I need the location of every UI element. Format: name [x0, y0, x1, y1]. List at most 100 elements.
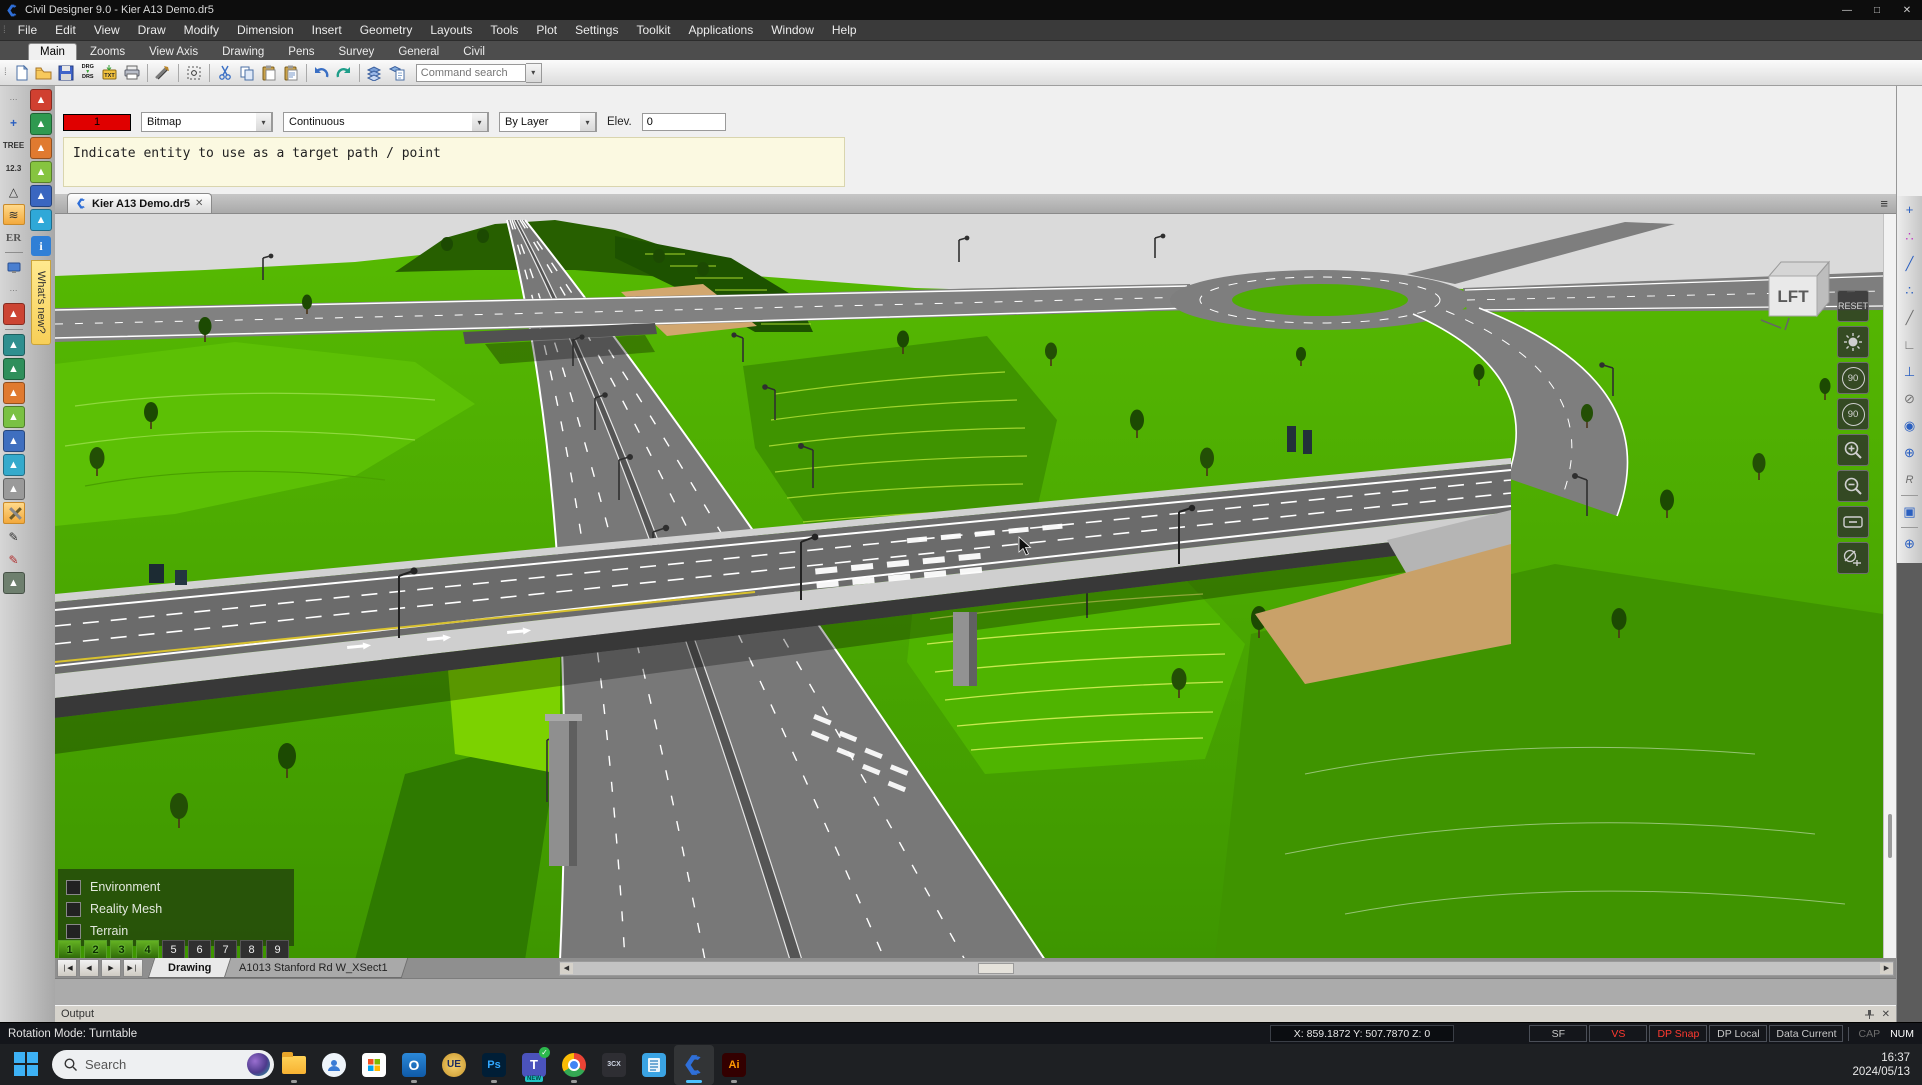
edit-document-icon[interactable]: ✎ — [3, 526, 25, 547]
model-gray-icon[interactable]: ▲ — [3, 478, 25, 500]
reality-mesh-checkbox[interactable] — [66, 902, 81, 917]
menu-help[interactable]: Help — [823, 20, 866, 40]
document-tab[interactable]: Kier A13 Demo.dr5 ✕ — [67, 193, 212, 213]
print-button[interactable] — [121, 62, 143, 84]
menu-settings[interactable]: Settings — [566, 20, 627, 40]
pin-icon[interactable] — [1864, 1009, 1874, 1019]
walk-mode-button[interactable] — [1837, 542, 1869, 574]
hscroll-right-icon[interactable]: ▶ — [1880, 963, 1893, 974]
design-tools-icon[interactable] — [3, 502, 25, 524]
command-prompt[interactable]: Indicate entity to use as a target path … — [63, 137, 845, 187]
snap-translate-icon[interactable]: + — [1897, 196, 1922, 223]
menu-edit[interactable]: Edit — [46, 20, 85, 40]
command-search-input[interactable] — [416, 64, 526, 82]
layer-color-swatch[interactable]: 1 — [63, 114, 131, 131]
pick-entity-button[interactable] — [183, 62, 205, 84]
model-teal-icon[interactable]: ▲ — [3, 334, 25, 356]
menu-toolkit[interactable]: Toolkit — [627, 20, 679, 40]
menu-dimension[interactable]: Dimension — [228, 20, 303, 40]
menu-applications[interactable]: Applications — [679, 20, 762, 40]
snap-grid-icon[interactable]: ∴ — [1897, 223, 1922, 250]
add-points-icon[interactable]: ⊕ — [1897, 530, 1922, 557]
copy-view-icon[interactable]: ▣ — [1897, 498, 1922, 525]
hscroll-track[interactable] — [573, 963, 1880, 974]
display-order-button[interactable] — [364, 62, 386, 84]
taskbar-outlook[interactable]: O — [394, 1045, 434, 1085]
rotate-cw-button[interactable]: 90 — [1837, 398, 1869, 430]
command-search-dropdown-icon[interactable]: ▾ — [526, 63, 542, 83]
coordinate-label-button[interactable]: 12.3 — [3, 158, 25, 179]
tab-survey[interactable]: Survey — [328, 44, 386, 60]
surface-lime-icon[interactable]: ▲ — [30, 161, 52, 183]
tab-drawing[interactable]: Drawing — [211, 44, 275, 60]
zoom-out-button[interactable] — [1837, 470, 1869, 502]
view-page-5[interactable]: 5 — [162, 940, 185, 958]
surface-orange-icon[interactable]: ▲ — [30, 137, 52, 159]
taskbar-store[interactable] — [354, 1045, 394, 1085]
undo-button[interactable] — [311, 62, 333, 84]
pen-select[interactable]: By Layer ▾ — [499, 112, 597, 132]
tab-list-menu-icon[interactable]: ≡ — [1880, 196, 1888, 211]
settings-tools-button[interactable] — [152, 62, 174, 84]
taskbar-ultraedit[interactable]: UE — [434, 1045, 474, 1085]
copy-button[interactable] — [236, 62, 258, 84]
surface-green-icon[interactable]: ▲ — [30, 113, 52, 135]
taskbar-file-explorer[interactable] — [274, 1045, 314, 1085]
linetype-select[interactable]: Continuous ▾ — [283, 112, 489, 132]
layer-select[interactable]: Bitmap ▾ — [141, 112, 273, 132]
save-button[interactable] — [55, 62, 77, 84]
import-txt-button[interactable]: TXT — [99, 62, 121, 84]
sheet-last-button[interactable]: ▶❘ — [123, 959, 143, 977]
snap-corner-icon[interactable]: ∟ — [1897, 331, 1922, 358]
snap-circle-plus-icon[interactable]: ⊕ — [1897, 439, 1922, 466]
snap-center-icon[interactable]: ◉ — [1897, 412, 1922, 439]
snap-radius-icon[interactable]: R — [1897, 466, 1922, 493]
viewport-vertical-scrollbar[interactable] — [1883, 214, 1896, 958]
taskbar-notepad[interactable] — [634, 1045, 674, 1085]
taskbar-civil-designer[interactable] — [674, 1045, 714, 1085]
sheet-tab-drawing[interactable]: Drawing — [148, 958, 232, 978]
whats-new-tab[interactable]: What's new? — [31, 260, 51, 345]
new-file-button[interactable] — [11, 62, 33, 84]
er-mode-button[interactable]: ER — [3, 227, 25, 248]
start-button[interactable] — [14, 1052, 40, 1078]
tab-civil[interactable]: Civil — [452, 44, 496, 60]
surface-cyan-icon[interactable]: ▲ — [30, 209, 52, 231]
import-drg-button[interactable]: DRG ▼ DRS — [77, 62, 99, 84]
sun-light-button[interactable] — [1837, 326, 1869, 358]
elevation-input[interactable] — [642, 113, 726, 131]
view-page-9[interactable]: 9 — [266, 940, 289, 958]
toggle-vs[interactable]: VS — [1589, 1025, 1647, 1042]
terrain-hatch-icon[interactable]: ▲ — [3, 572, 25, 594]
surface-blue-icon[interactable]: ▲ — [30, 185, 52, 207]
taskbar-chrome[interactable] — [554, 1045, 594, 1085]
tab-view-axis[interactable]: View Axis — [138, 44, 209, 60]
info-icon[interactable]: i — [31, 236, 51, 256]
view-page-2[interactable]: 2 — [84, 940, 107, 958]
environment-checkbox[interactable] — [66, 880, 81, 895]
minimize-icon[interactable]: — — [1832, 0, 1862, 20]
model-cyan-icon[interactable]: ▲ — [3, 454, 25, 476]
taskbar-search[interactable]: Search — [52, 1050, 274, 1079]
menu-plot[interactable]: Plot — [527, 20, 566, 40]
contours-icon[interactable]: ≋ — [3, 204, 25, 225]
view-page-7[interactable]: 7 — [214, 940, 237, 958]
menu-modify[interactable]: Modify — [175, 20, 228, 40]
taskbar-illustrator[interactable]: Ai — [714, 1045, 754, 1085]
sheet-next-button[interactable]: ▶ — [101, 959, 121, 977]
taskbar-teams[interactable]: TNEW✓ — [514, 1045, 554, 1085]
zoom-in-button[interactable] — [1837, 434, 1869, 466]
tab-pens[interactable]: Pens — [277, 44, 325, 60]
sheet-tab-xsect[interactable]: A1013 Stanford Rd W_XSect1 — [219, 958, 408, 978]
menu-window[interactable]: Window — [762, 20, 823, 40]
surface-red-icon[interactable]: ▲ — [30, 89, 52, 111]
document-close-icon[interactable]: ✕ — [195, 198, 203, 209]
toggle-sf[interactable]: SF — [1529, 1025, 1587, 1042]
drawing-canvas[interactable] — [55, 214, 1883, 958]
paste-button[interactable] — [258, 62, 280, 84]
edit-style-icon[interactable]: ✎ — [3, 549, 25, 570]
taskbar-clock[interactable]: 16:37 2024/05/13 — [1852, 1051, 1910, 1079]
snap-tangent-icon[interactable]: ⊘ — [1897, 385, 1922, 412]
menu-layouts[interactable]: Layouts — [421, 20, 481, 40]
dock-splitter[interactable] — [55, 978, 1896, 1005]
